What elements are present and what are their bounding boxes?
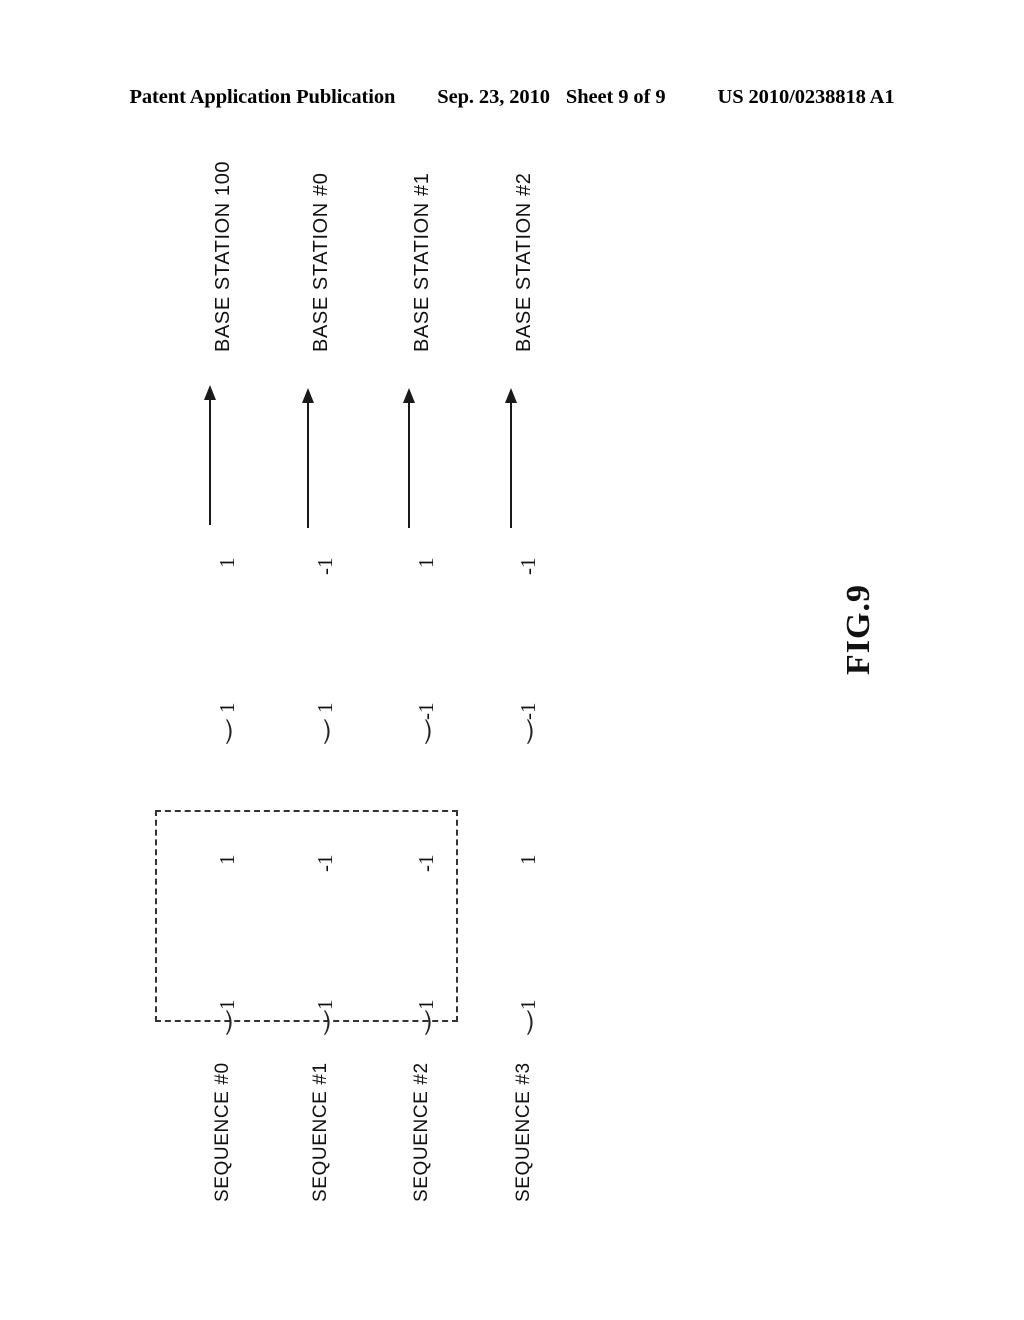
sequence-2-value-0: 1 bbox=[414, 999, 438, 1011]
publication-title: Patent Application Publication bbox=[129, 86, 396, 108]
sequence-2-value-1: -1 bbox=[414, 854, 438, 873]
sequence-0-value-0: 1 bbox=[215, 999, 239, 1011]
sequence-3-label: SEQUENCE #3 bbox=[513, 1062, 534, 1202]
publication-date: Sep. 23, 2010 bbox=[437, 86, 550, 108]
sequence-3-value-1: 1 bbox=[516, 854, 540, 866]
sequence-3-brace-upper: ⏝ bbox=[502, 719, 532, 744]
sequence-1-brace: ⏝ bbox=[299, 1010, 329, 1035]
sequence-3-brace: ⏝ bbox=[502, 1010, 532, 1035]
sequence-1-brace-upper: ⏝ bbox=[299, 719, 329, 744]
sequence-0-value-1: 1 bbox=[215, 854, 239, 866]
sequence-0-brace: ⏝ bbox=[201, 1010, 231, 1035]
arrow-shaft bbox=[307, 398, 309, 528]
highlight-box bbox=[155, 810, 458, 1022]
sequence-0-value-2: 1 bbox=[215, 702, 239, 714]
sequence-2-label: SEQUENCE #2 bbox=[411, 1062, 432, 1202]
sequence-3-value-2: -1 bbox=[516, 702, 540, 721]
base-station-2-label: BASE STATION #2 bbox=[513, 172, 535, 352]
figure-drawing: FIG.9 BASE STATION 100 BASE STATION #0 B… bbox=[0, 130, 1024, 1320]
sequence-2-brace-upper: ⏝ bbox=[400, 719, 430, 744]
figure-caption: FIG.9 bbox=[840, 584, 877, 675]
arrow-shaft bbox=[408, 398, 410, 528]
base-station-100-label: BASE STATION 100 bbox=[212, 160, 234, 352]
sequence-1-value-1: -1 bbox=[313, 854, 337, 873]
publication-number: US 2010/0238818 A1 bbox=[717, 86, 895, 108]
sequence-3-value-3: -1 bbox=[516, 557, 540, 576]
sequence-3-value-0: 1 bbox=[516, 999, 540, 1011]
base-station-1-label: BASE STATION #1 bbox=[411, 172, 433, 352]
sequence-1-label: SEQUENCE #1 bbox=[310, 1062, 331, 1202]
sequence-1-value-2: 1 bbox=[313, 702, 337, 714]
sequence-1-value-0: 1 bbox=[313, 999, 337, 1011]
sequence-2-value-3: 1 bbox=[414, 557, 438, 569]
arrow-shaft bbox=[510, 398, 512, 528]
sequence-0-brace-upper: ⏝ bbox=[201, 719, 231, 744]
base-station-0-label: BASE STATION #0 bbox=[310, 172, 332, 352]
sequence-1-value-3: -1 bbox=[313, 557, 337, 576]
sequence-2-brace: ⏝ bbox=[400, 1010, 430, 1035]
sheet-number: Sheet 9 of 9 bbox=[565, 86, 666, 108]
page-header: Patent Application Publication Sep. 23, … bbox=[0, 86, 1024, 116]
sequence-0-value-3: 1 bbox=[215, 557, 239, 569]
arrow-shaft bbox=[209, 395, 211, 525]
sequence-0-label: SEQUENCE #0 bbox=[212, 1062, 233, 1202]
sequence-2-value-2: -1 bbox=[414, 702, 438, 721]
